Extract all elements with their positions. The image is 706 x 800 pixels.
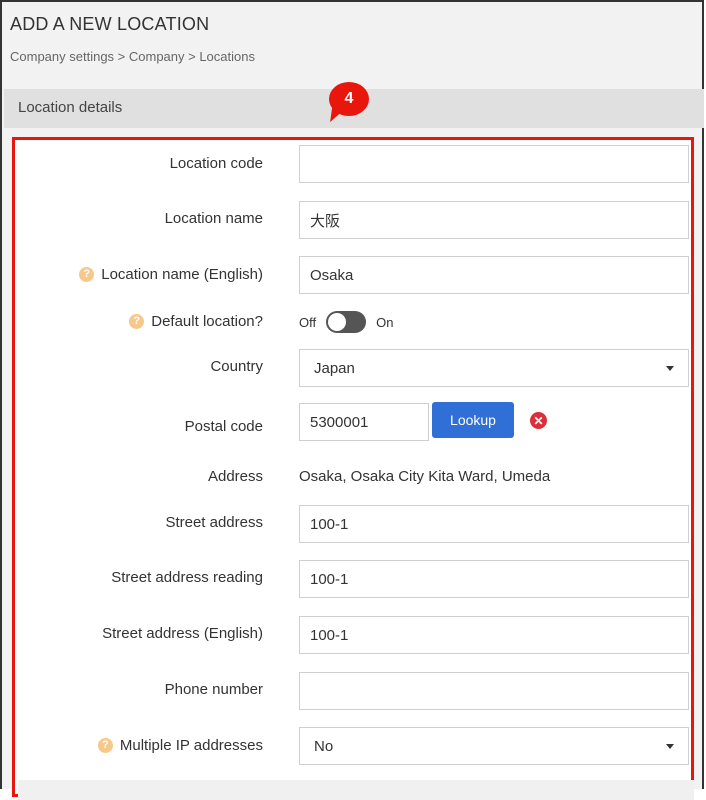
street-address-en-label-text: Street address (English)	[102, 625, 263, 642]
toggle-knob	[328, 313, 347, 331]
toggle-on-label: On	[376, 314, 394, 330]
default-location-label: ? Default location?	[129, 313, 263, 330]
default-location-toggle[interactable]	[326, 311, 367, 333]
location-name-label-text: Location name	[164, 210, 263, 227]
country-label-text: Country	[210, 358, 263, 375]
multiple-ip-selected-value: No	[314, 737, 334, 755]
postal-code-label: Postal code	[185, 418, 263, 435]
multiple-ip-label-text: Multiple IP addresses	[119, 737, 263, 754]
section-title: Location details	[18, 99, 123, 116]
location-code-label: Location code	[170, 155, 263, 172]
location-name-input[interactable]: 大阪	[299, 201, 689, 239]
phone-number-label-text: Phone number	[164, 681, 263, 698]
country-selected-value: Japan	[314, 359, 355, 377]
toggle-off-label: Off	[299, 314, 317, 330]
multiple-ip-label: ? Multiple IP addresses	[97, 737, 263, 754]
default-location-toggle-group: Off On	[299, 310, 393, 334]
street-address-reading-input[interactable]: 100-1	[299, 560, 689, 598]
street-address-en-input[interactable]: 100-1	[299, 616, 689, 654]
caret-down-icon	[666, 365, 674, 371]
country-select[interactable]: Japan	[299, 349, 689, 387]
next-section-strip	[18, 780, 694, 800]
location-name-en-input[interactable]: Osaka	[299, 256, 689, 294]
postal-code-input[interactable]: 5300001	[299, 403, 429, 441]
phone-number-label: Phone number	[165, 681, 263, 698]
breadcrumb[interactable]: Company settings > Company > Locations	[10, 49, 255, 64]
location-code-input[interactable]	[299, 145, 689, 183]
page-title: ADD A NEW LOCATION	[10, 14, 210, 34]
clear-icon[interactable]: ✕	[530, 412, 547, 429]
address-label-text: Address	[207, 468, 263, 485]
multiple-ip-select[interactable]: No	[299, 727, 689, 765]
step-badge: 4	[329, 82, 369, 124]
phone-number-input[interactable]	[299, 672, 689, 710]
page-frame: ADD A NEW LOCATION Company settings > Co…	[0, 0, 704, 800]
country-label: Country	[210, 358, 263, 375]
street-address-en-label: Street address (English)	[102, 625, 263, 642]
location-name-label: Location name	[165, 210, 263, 227]
postal-code-label-text: Postal code	[184, 418, 263, 435]
help-icon[interactable]: ?	[97, 738, 113, 753]
location-name-en-label-text: Location name (English)	[101, 266, 263, 283]
street-address-label-text: Street address	[165, 514, 263, 531]
address-label: Address	[208, 468, 263, 485]
street-address-reading-label-text: Street address reading	[111, 569, 263, 586]
address-value: Osaka, Osaka City Kita Ward, Umeda	[299, 468, 551, 485]
location-form: Location code Location name 大阪 ? Locatio…	[12, 137, 694, 800]
street-address-label: Street address	[165, 514, 263, 531]
location-code-label-text: Location code	[169, 155, 263, 172]
street-address-reading-label: Street address reading	[111, 569, 263, 586]
location-name-en-label: ? Location name (English)	[79, 266, 263, 283]
help-icon[interactable]: ?	[129, 314, 145, 329]
lookup-button[interactable]: Lookup	[432, 402, 514, 438]
caret-down-icon	[666, 743, 674, 749]
badge-pointer	[330, 108, 344, 124]
help-icon[interactable]: ?	[79, 267, 95, 282]
default-location-label-text: Default location?	[151, 313, 263, 330]
street-address-input[interactable]: 100-1	[299, 505, 689, 543]
